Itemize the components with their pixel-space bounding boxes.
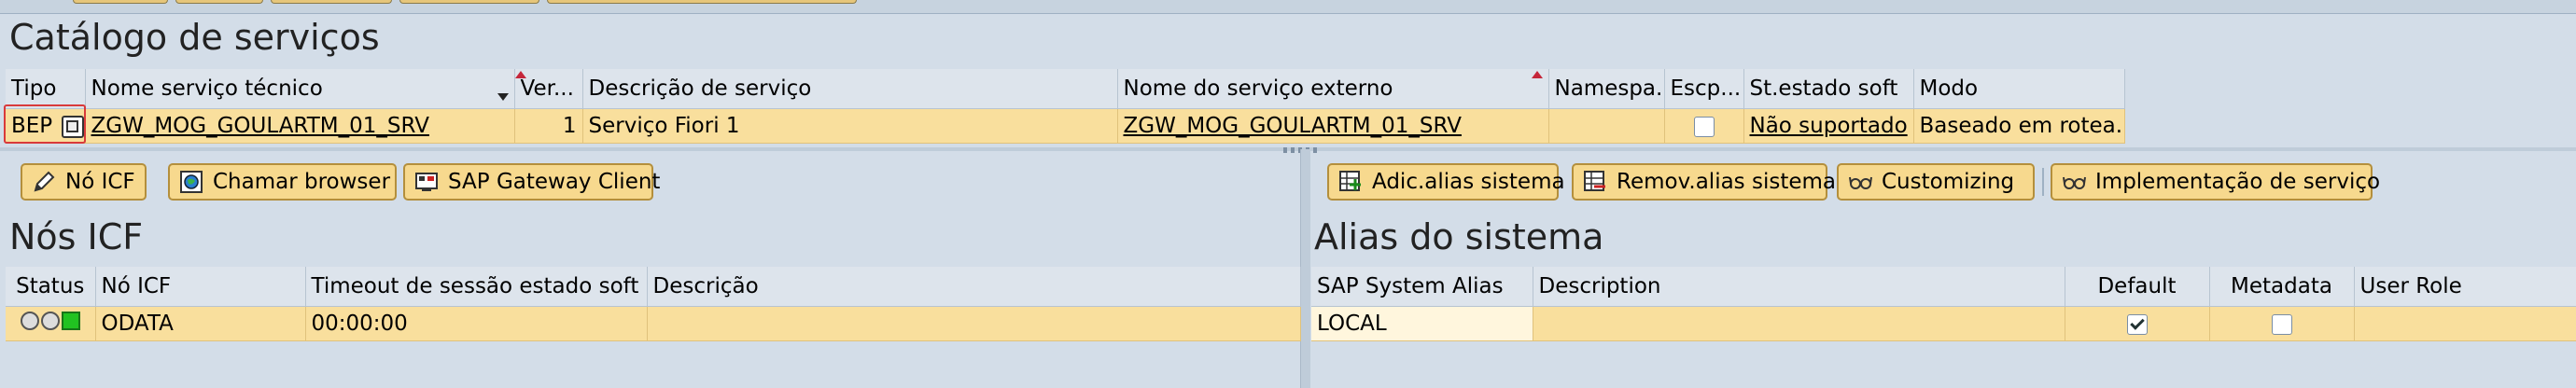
col-header-sap-system-alias[interactable]: SAP System Alias [1311,267,1533,307]
system-alias-title: Alias do sistema [1314,216,1604,257]
col-header-namespace[interactable]: Namespa... [1548,69,1665,109]
icf-table: Status Nó ICF Timeout de sessão estado s… [6,267,1301,341]
default-checkbox[interactable] [2126,313,2148,335]
catalog-header-row: Tipo Nome serviço técnico Ver... Descriç… [6,69,2125,109]
cell-modo: Baseado em rotea... [1913,108,2125,144]
add-row-icon [1338,170,1363,194]
toolbar-button-partial[interactable] [547,0,857,4]
col-header-label: Ver... [520,76,574,101]
col-header-status[interactable]: Status [6,267,96,307]
browser-icon [179,170,203,194]
gateway-client-button[interactable]: SAP Gateway Client [403,163,660,201]
metadata-checkbox[interactable] [2271,313,2292,335]
col-header-label: Nome do serviço externo [1123,76,1393,101]
remove-alias-button[interactable]: Remov.alias sistema [1572,163,1836,201]
alias-header-row: SAP System Alias Description Default Met… [1311,267,2576,307]
col-header-description[interactable]: Description [1533,267,2065,307]
cell-namespace [1548,108,1665,144]
toolbar-separator [2042,168,2044,196]
table-row[interactable]: BEP ZGW_MOG_GOULARTM_01_SRV 1 Serviço Fi… [6,108,2125,144]
col-header-descricao[interactable]: Descrição de serviço [582,69,1118,109]
col-header-nome-tecnico[interactable]: Nome serviço técnico [85,69,515,109]
icf-header-row: Status Nó ICF Timeout de sessão estado s… [6,267,1301,307]
toolbar-button-partial[interactable] [73,0,168,4]
cell-user-role[interactable] [2354,306,2576,341]
col-header-modo[interactable]: Modo [1913,69,2125,109]
cell-nome-externo[interactable]: ZGW_MOG_GOULARTM_01_SRV [1117,108,1549,144]
cell-timeout: 00:00:00 [305,306,648,341]
col-header-descricao[interactable]: Descrição [647,267,1301,307]
col-header-label: Nome serviço técnico [91,76,323,101]
toolbar-button-partial[interactable] [175,0,263,4]
glasses-icon [2062,170,2086,194]
catalog-title: Catálogo de serviços [9,17,380,58]
gateway-client-icon [414,170,439,194]
cell-descricao: Serviço Fiori 1 [582,108,1118,144]
col-header-st-estado-soft[interactable]: St.estado soft [1743,69,1914,109]
cell-nome-tecnico[interactable]: ZGW_MOG_GOULARTM_01_SRV [85,108,515,144]
traffic-light-icon [20,312,80,330]
vertical-splitter[interactable] [1300,149,1310,388]
col-header-metadata[interactable]: Metadata [2209,267,2355,307]
cell-sap-system-alias[interactable]: LOCAL [1311,306,1533,341]
glasses-icon [1848,170,1872,194]
remove-alias-label: Remov.alias sistema [1617,170,1836,194]
no-icf-button[interactable]: Nó ICF [21,163,147,201]
service-implementation-button[interactable]: Implementação de serviço [2051,163,2380,201]
col-header-tipo[interactable]: Tipo [6,69,86,109]
catalog-table: Tipo Nome serviço técnico Ver... Descriç… [6,69,2125,144]
toolbar-button-partial[interactable] [271,0,392,4]
cell-st-estado-soft[interactable]: Não suportado [1743,108,1914,144]
service-tech-name-link[interactable]: ZGW_MOG_GOULARTM_01_SRV [91,114,429,138]
pencil-icon [32,170,56,194]
customizing-label: Customizing [1882,170,2015,194]
focus-frame [4,104,86,144]
call-browser-label: Chamar browser [213,170,391,194]
scope-checkbox[interactable] [1693,116,1715,137]
cell-versao: 1 [514,108,583,144]
gateway-client-label: SAP Gateway Client [448,170,661,194]
top-toolbar-strip [0,0,2576,14]
cell-description[interactable] [1533,306,2065,341]
external-service-name-link[interactable]: ZGW_MOG_GOULARTM_01_SRV [1124,114,1462,138]
customizing-button[interactable]: Customizing [1837,163,2035,201]
filter-icon [497,93,509,101]
service-implementation-label: Implementação de serviço [2095,170,2381,194]
col-header-no-icf[interactable]: Nó ICF [95,267,306,307]
cell-default[interactable] [2065,306,2210,341]
col-header-default[interactable]: Default [2065,267,2210,307]
table-row[interactable]: LOCAL [1311,306,2576,341]
call-browser-button[interactable]: Chamar browser [168,163,397,201]
cell-no-icf: ODATA [95,306,306,341]
toolbar-button-partial[interactable] [399,0,539,4]
col-header-versao[interactable]: Ver... [514,69,583,109]
icf-nodes-title: Nós ICF [9,216,144,257]
col-header-user-role[interactable]: User Role [2354,267,2576,307]
table-row[interactable]: ODATA 00:00:00 [6,306,1301,341]
cell-status [6,306,96,341]
cell-escopo[interactable] [1664,108,1744,144]
alias-table: SAP System Alias Description Default Met… [1311,267,2576,341]
col-header-timeout[interactable]: Timeout de sessão estado soft [305,267,648,307]
col-header-escopo[interactable]: Escp... [1664,69,1744,109]
cell-metadata[interactable] [2209,306,2355,341]
soft-state-link[interactable]: Não suportado [1750,114,1908,138]
add-alias-label: Adic.alias sistema [1372,170,1565,194]
sort-indicator-icon [1531,71,1543,78]
add-alias-button[interactable]: Adic.alias sistema [1327,163,1565,201]
remove-row-icon [1583,170,1607,194]
cell-descricao [647,306,1301,341]
col-header-nome-externo[interactable]: Nome do serviço externo [1117,69,1549,109]
sort-indicator-icon [514,71,526,78]
no-icf-label: Nó ICF [65,170,135,194]
